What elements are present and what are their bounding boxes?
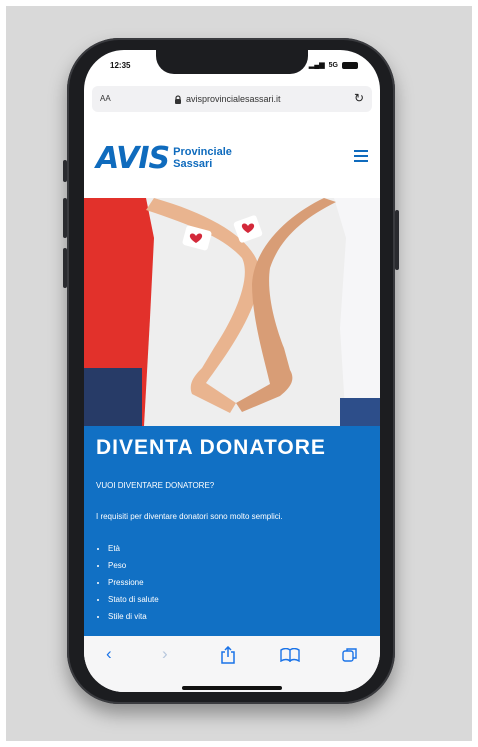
logo-line-1: Provinciale: [173, 146, 232, 158]
battery-icon: [342, 61, 358, 69]
section-title: DIVENTA DONATORE: [96, 436, 326, 459]
signal-icon: ▂▄▆: [308, 62, 325, 69]
share-icon[interactable]: [220, 646, 236, 664]
list-item: Età: [108, 540, 159, 557]
mute-switch: [63, 160, 67, 182]
url-text: avisprovincialesassari.it: [186, 94, 281, 104]
lock-icon: [175, 94, 181, 104]
list-item: Pressione: [108, 574, 159, 591]
notch: [156, 50, 308, 74]
list-item: Stato di salute: [108, 591, 159, 608]
hero-image: [84, 198, 380, 426]
logo-line-2: Sassari: [173, 158, 213, 170]
phone-screen: 12:35 ▂▄▆ 5G AA avisprovincialesassari.i…: [84, 50, 380, 692]
donors-arms-heart-image: [84, 198, 380, 426]
back-icon[interactable]: ‹: [106, 644, 112, 664]
text-size-button[interactable]: AA: [100, 94, 111, 103]
home-indicator: [182, 686, 282, 690]
requirements-intro: I requisiti per diventare donatori sono …: [96, 512, 283, 521]
requirements-list: Età Peso Pressione Stato di salute Stile…: [96, 540, 159, 625]
bookmarks-icon[interactable]: [280, 648, 300, 662]
question-text: VUOI DIVENTARE DONATORE?: [96, 481, 215, 490]
url-field[interactable]: avisprovincialesassari.it: [174, 94, 281, 104]
tabs-icon[interactable]: [342, 647, 358, 663]
logo-mark: AVIS: [96, 141, 170, 176]
address-bar[interactable]: AA avisprovincialesassari.it ↻: [92, 86, 372, 112]
volume-up-button: [63, 198, 67, 238]
status-indicators: ▂▄▆ 5G: [309, 61, 358, 69]
hamburger-menu-icon[interactable]: [354, 150, 368, 165]
status-time: 12:35: [110, 61, 131, 70]
forward-icon[interactable]: ›: [162, 644, 168, 664]
reload-icon[interactable]: ↻: [354, 91, 364, 105]
volume-down-button: [63, 248, 67, 288]
list-item: Peso: [108, 557, 159, 574]
site-header: AVIS Provinciale Sassari: [84, 120, 380, 198]
list-item: Stile di vita: [108, 608, 159, 625]
network-label: 5G: [328, 61, 338, 69]
power-button: [395, 210, 399, 270]
avis-logo[interactable]: AVIS Provinciale Sassari: [96, 144, 232, 174]
browser-toolbar: ‹ ›: [84, 636, 380, 692]
donor-section: DIVENTA DONATORE VUOI DIVENTARE DONATORE…: [84, 426, 380, 636]
logo-text: Provinciale Sassari: [173, 146, 232, 170]
